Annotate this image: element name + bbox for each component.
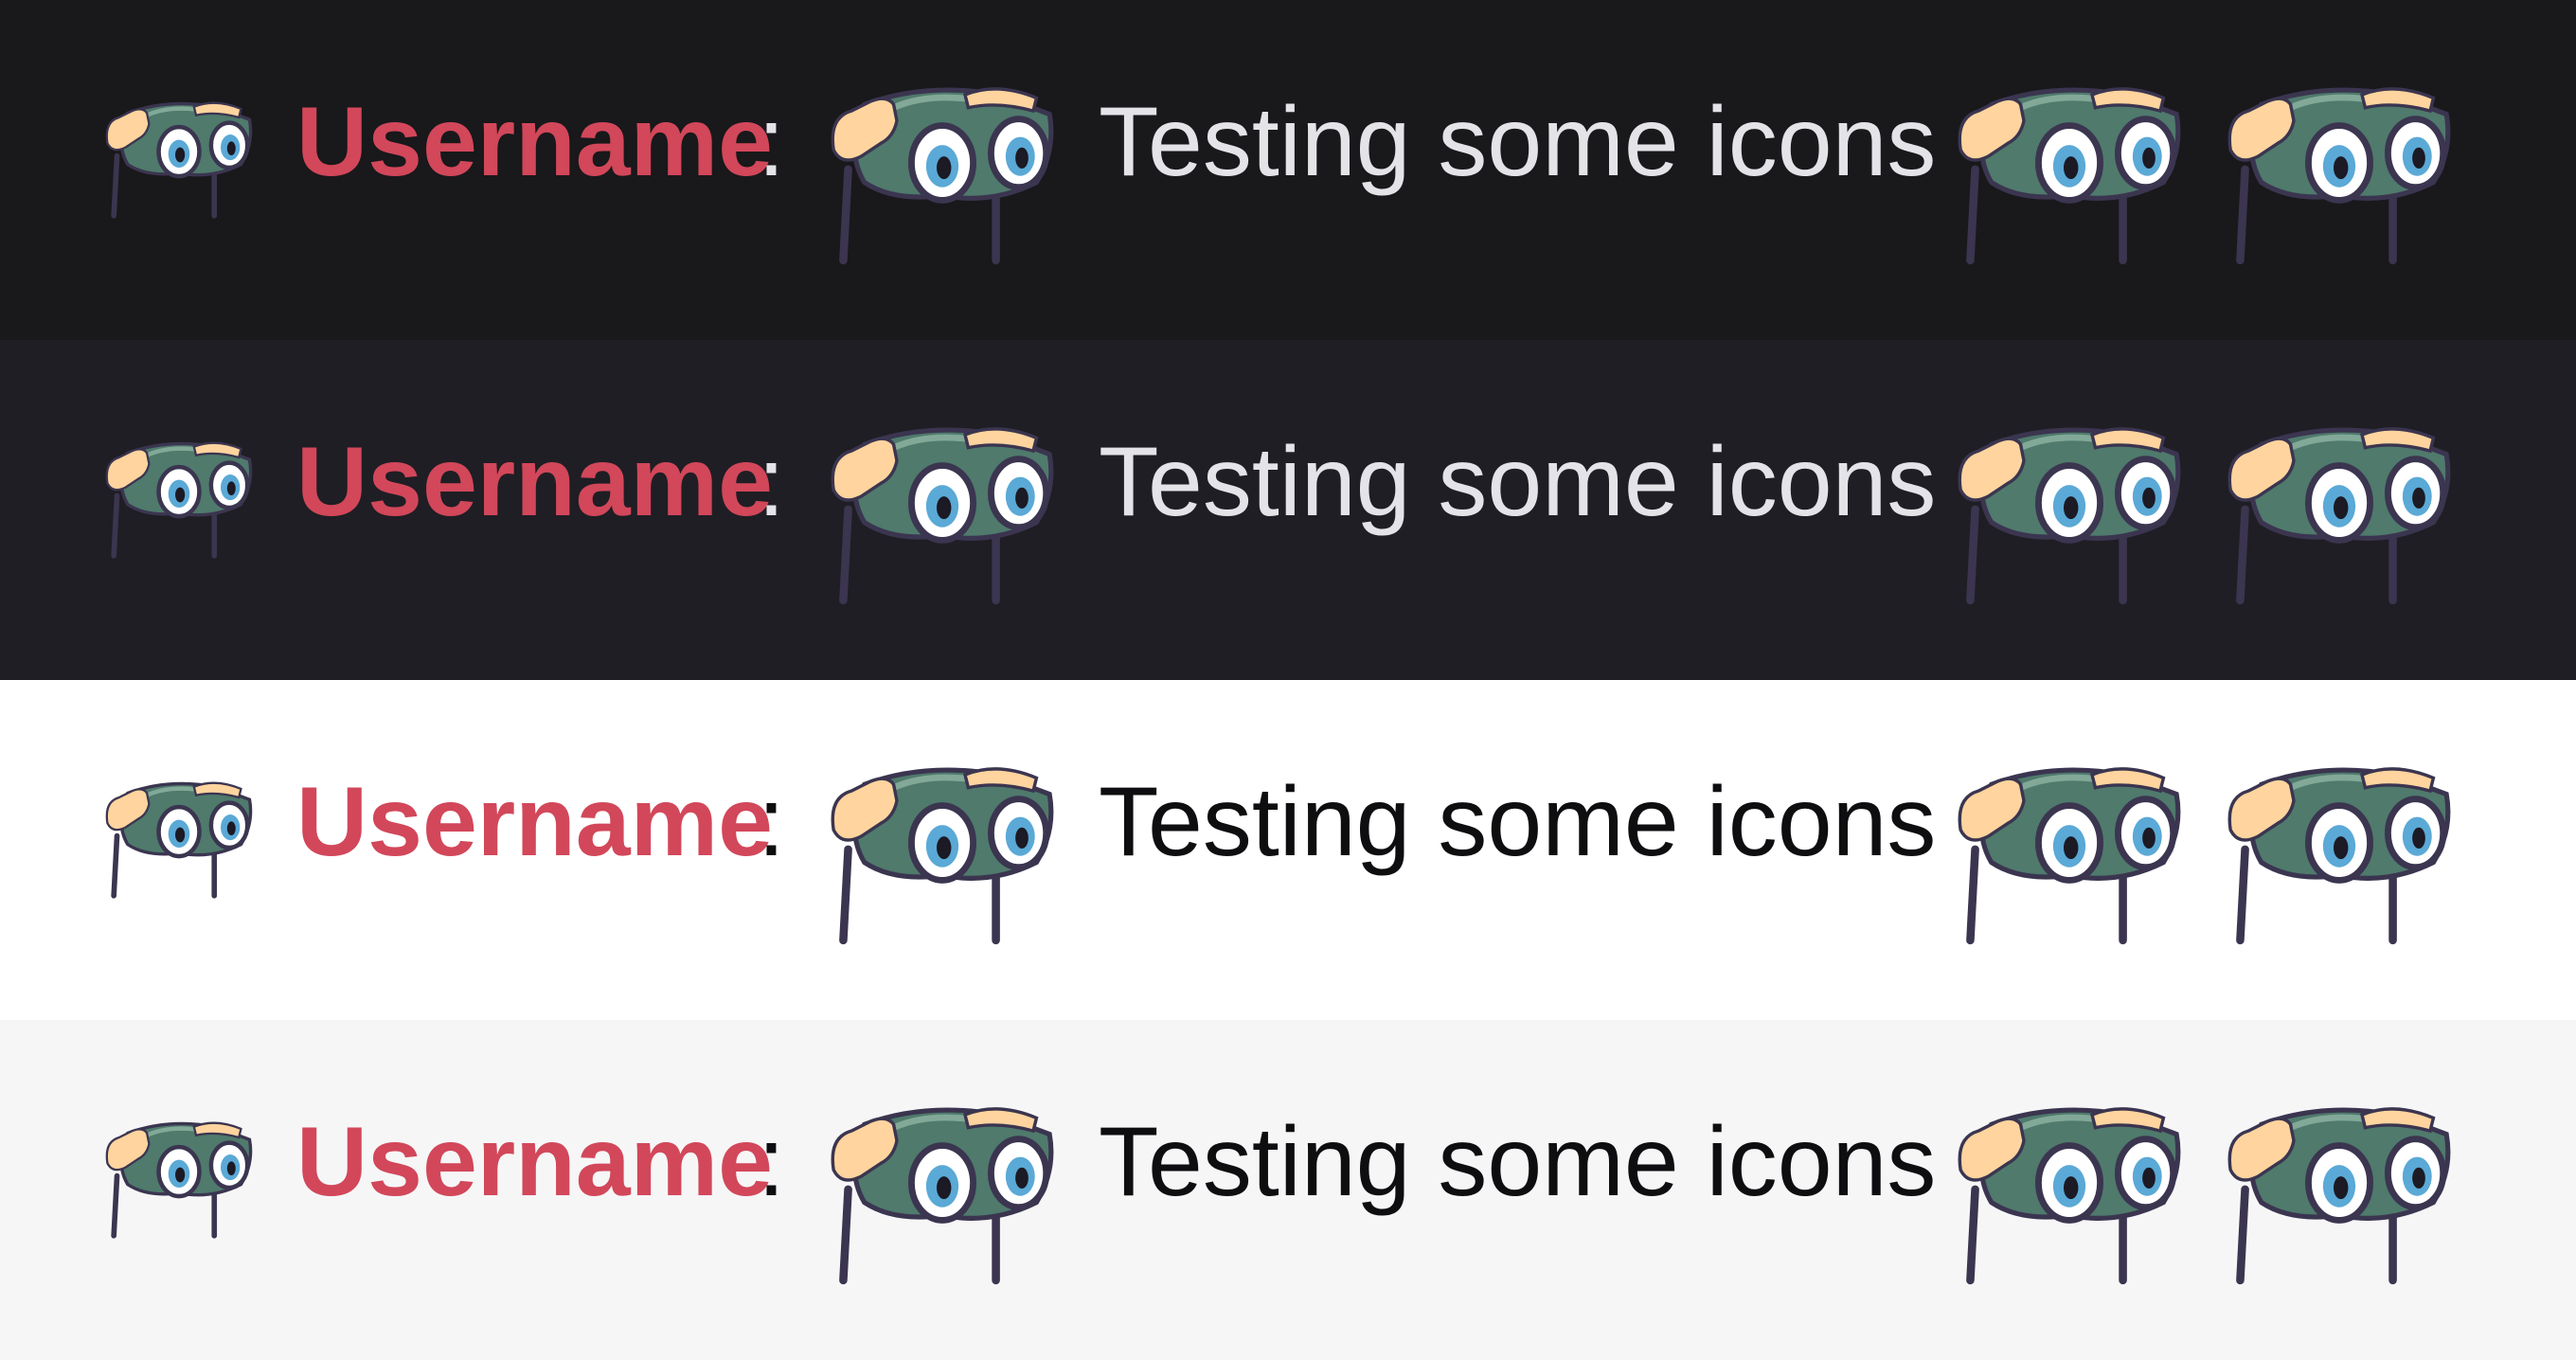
- chat-line-light: Username: Testing some icons: [0, 680, 2576, 1020]
- binoculars-badge-icon[interactable]: [104, 439, 254, 559]
- chat-message-text: Testing some icons: [1099, 767, 1937, 877]
- binoculars-emote-icon[interactable]: [2226, 763, 2453, 945]
- chat-rows: Username: Testing some icons Username: Test…: [0, 0, 2576, 1360]
- binoculars-emote-icon[interactable]: [1956, 83, 2183, 265]
- binoculars-badge-icon[interactable]: [104, 99, 254, 219]
- chat-line-light-alt: Username: Testing some icons: [0, 1020, 2576, 1360]
- binoculars-emote-icon[interactable]: [1956, 763, 2183, 945]
- binoculars-emote-icon[interactable]: [829, 763, 1056, 945]
- binoculars-emote-icon[interactable]: [829, 83, 1056, 265]
- chat-line-dark-alt: Username: Testing some icons: [0, 340, 2576, 680]
- chat-separator: :: [758, 427, 785, 537]
- binoculars-badge-icon[interactable]: [104, 1119, 254, 1239]
- chat-separator: :: [758, 1107, 785, 1217]
- binoculars-emote-icon[interactable]: [2226, 423, 2453, 605]
- chat-username[interactable]: Username: [296, 85, 773, 199]
- chat-message-text: Testing some icons: [1099, 427, 1937, 537]
- binoculars-emote-icon[interactable]: [2226, 1103, 2453, 1285]
- chat-username[interactable]: Username: [296, 765, 773, 879]
- chat-username[interactable]: Username: [296, 1105, 773, 1219]
- binoculars-badge-icon[interactable]: [104, 779, 254, 899]
- chat-line-dark: Username: Testing some icons: [0, 0, 2576, 340]
- binoculars-emote-icon[interactable]: [829, 1103, 1056, 1285]
- binoculars-emote-icon[interactable]: [1956, 1103, 2183, 1285]
- chat-message-text: Testing some icons: [1099, 87, 1937, 197]
- chat-username[interactable]: Username: [296, 425, 773, 539]
- chat-separator: :: [758, 87, 785, 197]
- chat-separator: :: [758, 767, 785, 877]
- binoculars-emote-icon[interactable]: [829, 423, 1056, 605]
- binoculars-emote-icon[interactable]: [2226, 83, 2453, 265]
- chat-message-text: Testing some icons: [1099, 1107, 1937, 1217]
- binoculars-emote-icon[interactable]: [1956, 423, 2183, 605]
